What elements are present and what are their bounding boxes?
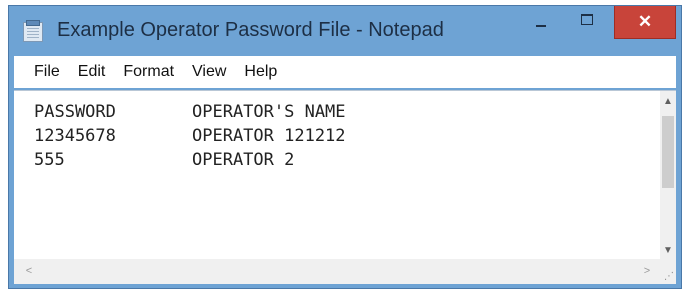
maximize-button[interactable] <box>565 6 609 39</box>
menu-edit[interactable]: Edit <box>69 63 115 81</box>
operator-name-cell: OPERATOR 2 <box>192 150 295 170</box>
password-cell: 555 <box>34 150 65 170</box>
text-line: 12345678 OPERATOR 121212 <box>34 124 660 148</box>
menu-file[interactable]: File <box>14 63 69 81</box>
menu-bar: File Edit Format View Help <box>14 56 676 88</box>
vertical-scrollbar[interactable]: ▲ ▼ <box>660 91 676 259</box>
operator-name-cell: OPERATOR 121212 <box>192 126 346 146</box>
close-icon: ✕ <box>637 12 653 31</box>
scroll-right-icon[interactable]: > <box>638 259 656 284</box>
horizontal-scrollbar[interactable]: < > <box>14 259 660 284</box>
scroll-left-icon[interactable]: < <box>20 259 38 284</box>
text-line: 555 OPERATOR 2 <box>34 148 660 172</box>
notepad-window: Example Operator Password File - Notepad… <box>8 5 682 289</box>
password-cell: 12345678 <box>34 126 116 146</box>
scroll-up-icon[interactable]: ▲ <box>660 93 676 110</box>
text-editor[interactable]: PASSWORD OPERATOR'S NAME 12345678 OPERAT… <box>14 91 660 259</box>
close-button[interactable]: ✕ <box>614 6 676 39</box>
menu-format[interactable]: Format <box>114 63 183 81</box>
vertical-scroll-thumb[interactable] <box>662 116 674 188</box>
operator-name-cell: OPERATOR'S NAME <box>192 102 346 122</box>
scroll-down-icon[interactable]: ▼ <box>660 242 676 259</box>
minimize-icon <box>536 24 546 27</box>
resize-grip-icon[interactable] <box>660 259 676 284</box>
menu-help[interactable]: Help <box>235 63 286 81</box>
notepad-icon[interactable] <box>23 20 43 42</box>
menu-view[interactable]: View <box>183 63 235 81</box>
maximize-icon <box>581 14 593 25</box>
text-line: PASSWORD OPERATOR'S NAME <box>34 100 660 124</box>
minimize-button[interactable] <box>521 6 561 39</box>
title-bar[interactable]: Example Operator Password File - Notepad… <box>9 6 681 54</box>
editor-area: PASSWORD OPERATOR'S NAME 12345678 OPERAT… <box>14 90 676 284</box>
password-cell: PASSWORD <box>34 102 116 122</box>
window-title: Example Operator Password File - Notepad <box>57 19 444 41</box>
